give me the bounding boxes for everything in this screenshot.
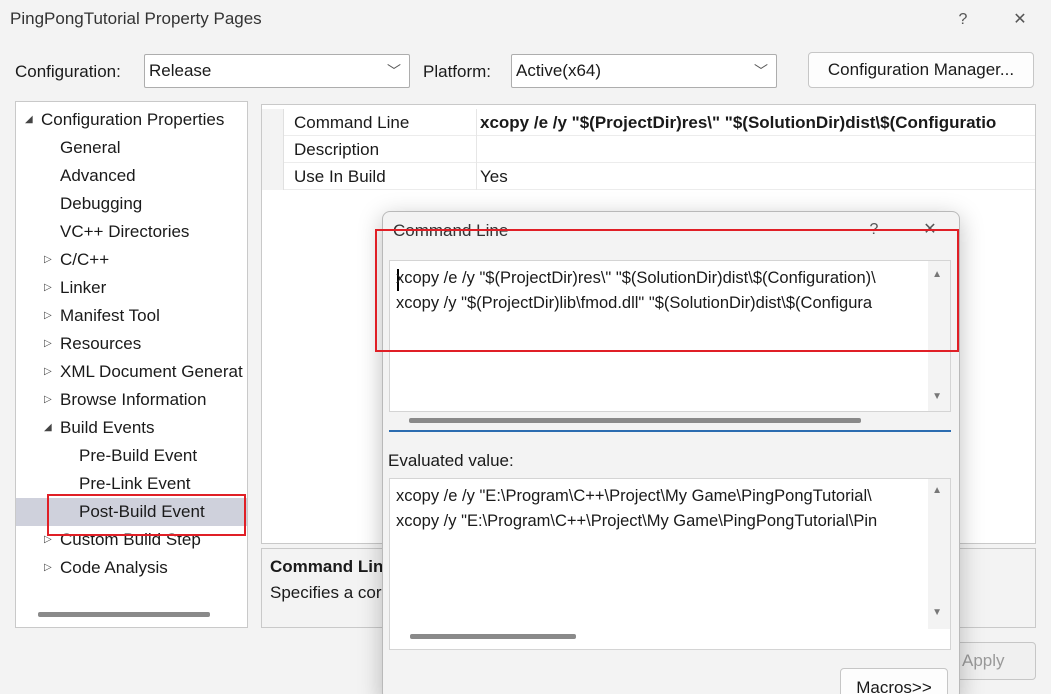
- platform-value: Active(x64): [516, 61, 602, 80]
- tree-item-label: Browse Information: [60, 390, 207, 409]
- expanded-arrow-icon: ◢: [25, 114, 33, 125]
- grid-row-use-in-build[interactable]: Use In Build Yes: [262, 163, 1035, 190]
- row-gutter: [262, 136, 284, 163]
- tree-item-label: Post-Build Event: [79, 502, 205, 521]
- tree-item-advanced[interactable]: Advanced: [16, 162, 247, 190]
- collapsed-arrow-icon[interactable]: ▷: [44, 358, 52, 386]
- tree-item-label: XML Document Generat: [60, 362, 243, 381]
- apply-label: Apply: [962, 651, 1005, 670]
- help-button[interactable]: ?: [946, 6, 980, 34]
- tree-item-resources[interactable]: ▷ Resources: [16, 330, 247, 358]
- tree-item-build-events[interactable]: ◢ Build Events: [16, 414, 247, 442]
- collapsed-arrow-icon[interactable]: ▷: [44, 526, 52, 554]
- tree-item-label: Debugging: [60, 194, 143, 213]
- command-line-dialog: Command Line ? ✕ xcopy /e /y "$(ProjectD…: [382, 211, 960, 694]
- grid-row-command-line[interactable]: Command Line xcopy /e /y "$(ProjectDir)r…: [262, 109, 1035, 136]
- tree-item-configuration-properties[interactable]: ◢ Configuration Properties: [16, 106, 247, 134]
- collapsed-arrow-icon[interactable]: ▷: [44, 274, 52, 302]
- column-divider: [476, 109, 477, 136]
- tree-item-label: Configuration Properties: [41, 110, 225, 129]
- evaluated-line-1: xcopy /e /y "E:\Program\C++\Project\My G…: [396, 487, 872, 505]
- close-icon: ✕: [1013, 11, 1027, 28]
- tree-item-label: Linker: [60, 278, 107, 297]
- command-line-1: xcopy /e /y "$(ProjectDir)res\" "$(Solut…: [396, 269, 876, 287]
- tree-item-debugging[interactable]: Debugging: [16, 190, 247, 218]
- scroll-up-icon[interactable]: ▲: [932, 269, 942, 280]
- scroll-up-icon[interactable]: ▲: [932, 485, 942, 496]
- tree-item-post-build-event[interactable]: Post-Build Event: [16, 498, 247, 526]
- evaluated-vertical-scrollbar[interactable]: ▲ ▼: [928, 479, 950, 629]
- tree-item-label: Pre-Build Event: [79, 446, 198, 465]
- configuration-select[interactable]: Release ﹀: [144, 54, 410, 88]
- description-title: Command Lin: [270, 557, 384, 576]
- tree-item-general[interactable]: General: [16, 134, 247, 162]
- command-line-2: xcopy /y "$(ProjectDir)lib\fmod.dll" "$(…: [396, 294, 873, 312]
- tree-item-code-analysis[interactable]: ▷ Code Analysis: [16, 554, 247, 582]
- tree-item-pre-link-event[interactable]: Pre-Link Event: [16, 470, 247, 498]
- tree-item-label: Code Analysis: [60, 558, 168, 577]
- macros-button[interactable]: Macros>>: [840, 668, 948, 694]
- close-icon: ✕: [923, 221, 937, 238]
- tree-item-label: Resources: [60, 334, 142, 353]
- tree-item-label: Build Events: [60, 418, 155, 437]
- property-name: Command Line: [294, 113, 410, 132]
- property-value: Yes: [480, 167, 508, 186]
- property-value: xcopy /e /y "$(ProjectDir)res\" "$(Solut…: [480, 113, 997, 132]
- collapsed-arrow-icon[interactable]: ▷: [44, 554, 52, 582]
- property-tree: ◢ Configuration Properties General Advan…: [15, 101, 248, 628]
- property-name: Description: [294, 140, 380, 159]
- window-title: PingPongTutorial Property Pages: [10, 9, 262, 28]
- tree-item-vc-directories[interactable]: VC++ Directories: [16, 218, 247, 246]
- expanded-arrow-icon[interactable]: ◢: [44, 414, 52, 442]
- collapsed-arrow-icon[interactable]: ▷: [44, 246, 52, 274]
- evaluated-value-label: Evaluated value:: [388, 451, 514, 470]
- evaluated-horizontal-scrollbar[interactable]: [410, 634, 576, 639]
- tree-item-label: Custom Build Step: [60, 530, 201, 549]
- tree-item-c-cpp[interactable]: ▷ C/C++: [16, 246, 247, 274]
- configuration-label: Configuration:: [15, 62, 121, 81]
- dialog-title: Command Line: [393, 221, 509, 240]
- configuration-manager-button[interactable]: Configuration Manager...: [808, 52, 1034, 88]
- tree-item-label: C/C++: [60, 250, 110, 269]
- row-gutter: [262, 163, 284, 190]
- title-bar: PingPongTutorial Property Pages ? ✕: [0, 0, 1051, 40]
- dialog-close-button[interactable]: ✕: [913, 216, 947, 244]
- focus-underline: [389, 430, 951, 432]
- column-divider: [476, 136, 477, 163]
- evaluated-line-2: xcopy /y "E:\Program\C++\Project\My Game…: [396, 512, 878, 530]
- platform-select[interactable]: Active(x64) ﹀: [511, 54, 777, 88]
- chevron-down-icon: ﹀: [754, 63, 768, 79]
- tree-item-label: Advanced: [60, 166, 136, 185]
- tree-item-label: VC++ Directories: [60, 222, 190, 241]
- chevron-down-icon: ﹀: [387, 63, 401, 79]
- configuration-value: Release: [149, 61, 212, 80]
- row-gutter: [262, 109, 284, 136]
- tree-item-manifest-tool[interactable]: ▷ Manifest Tool: [16, 302, 247, 330]
- grid-row-description[interactable]: Description: [262, 136, 1035, 163]
- description-text: Specifies a cor: [270, 583, 382, 602]
- command-horizontal-scrollbar[interactable]: [409, 418, 861, 423]
- dialog-help-button[interactable]: ?: [857, 216, 891, 244]
- column-divider: [476, 163, 477, 190]
- tree-item-browse-information[interactable]: ▷ Browse Information: [16, 386, 247, 414]
- evaluated-value-box[interactable]: xcopy /e /y "E:\Program\C++\Project\My G…: [389, 478, 951, 650]
- tree-item-xml-document-generator[interactable]: ▷ XML Document Generat: [16, 358, 247, 386]
- vertical-scrollbar[interactable]: ▲ ▼: [928, 261, 950, 411]
- close-button[interactable]: ✕: [1003, 6, 1037, 34]
- command-line-textarea[interactable]: xcopy /e /y "$(ProjectDir)res\" "$(Solut…: [389, 260, 951, 412]
- collapsed-arrow-icon[interactable]: ▷: [44, 330, 52, 358]
- platform-label: Platform:: [423, 62, 492, 81]
- tree-horizontal-scrollbar[interactable]: [38, 612, 210, 617]
- collapsed-arrow-icon[interactable]: ▷: [44, 302, 52, 330]
- collapsed-arrow-icon[interactable]: ▷: [44, 386, 52, 414]
- scroll-down-icon[interactable]: ▼: [932, 391, 942, 402]
- property-name: Use In Build: [294, 167, 386, 186]
- tree-item-label: Pre-Link Event: [79, 474, 191, 493]
- tree-item-linker[interactable]: ▷ Linker: [16, 274, 247, 302]
- tree-item-custom-build-step[interactable]: ▷ Custom Build Step: [16, 526, 247, 554]
- tree-item-pre-build-event[interactable]: Pre-Build Event: [16, 442, 247, 470]
- tree-item-label: Manifest Tool: [60, 306, 160, 325]
- tree-item-label: General: [60, 138, 121, 157]
- scroll-down-icon[interactable]: ▼: [932, 607, 942, 618]
